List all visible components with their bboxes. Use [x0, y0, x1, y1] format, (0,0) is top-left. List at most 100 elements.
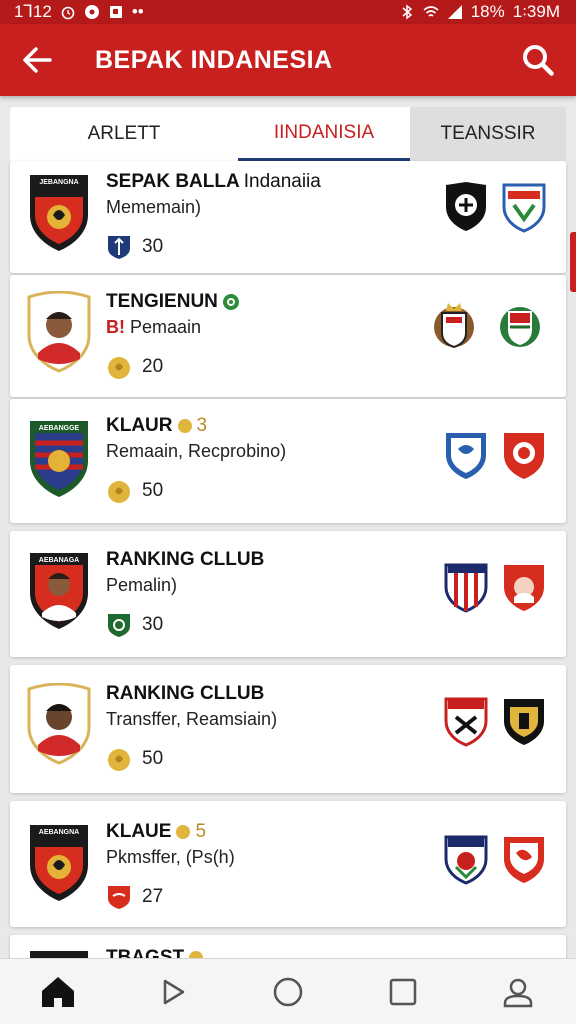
club-name: KLAUR 3	[106, 415, 208, 436]
alarm-icon	[61, 6, 75, 20]
club-logo-icon	[434, 303, 474, 349]
club-subtitle: Transffer, Reamsiain)	[106, 709, 278, 729]
svg-text:AEBANGNA: AEBANGNA	[39, 829, 79, 836]
club-logo-icon	[444, 697, 488, 747]
wifi-icon	[423, 6, 439, 17]
back-button[interactable]	[0, 24, 74, 96]
club-crest-icon: AEBANGGE	[30, 421, 88, 497]
status-time: 1Ꞁ12	[14, 2, 52, 21]
player-avatar: AEBANAGA	[30, 553, 88, 629]
club-subtitle: Mememain)	[106, 197, 202, 217]
gold-coin-icon	[108, 357, 130, 379]
search-button[interactable]	[518, 40, 558, 80]
svg-text:JEBANGNA: JEBANGNA	[39, 179, 78, 186]
media-icon	[84, 5, 99, 19]
club-subtitle: B! Pemaain	[106, 317, 202, 337]
club-logos	[444, 181, 546, 233]
list-item[interactable]: RANKING CLLUB Transffer, Reamsiain) 50	[10, 665, 566, 793]
coin-badge-icon	[176, 825, 191, 839]
square-icon	[389, 978, 417, 1005]
signal-icon	[447, 5, 462, 19]
club-logos	[444, 695, 546, 747]
subtitle-prefix: B!	[106, 317, 125, 337]
green-shield-icon	[108, 614, 130, 637]
count-value: 50	[142, 748, 164, 769]
club-logo-icon	[504, 699, 544, 745]
more-notifications-icon: ••	[131, 2, 144, 21]
club-count: 30	[106, 612, 406, 638]
club-count: 50	[106, 746, 406, 772]
list-item[interactable]: AEBANGNA KLAUE 5 Pkmsffer, (Ps(h) 27	[10, 801, 566, 927]
status-bar: 1Ꞁ12 •• 18% 1꞉39M	[0, 0, 576, 24]
club-logo-icon	[444, 563, 488, 613]
badge-number: 5	[195, 821, 207, 842]
battery-percent: 18%	[470, 2, 505, 21]
gold-coin-icon	[108, 749, 130, 771]
app-bar: BEPAK INDANESIA	[0, 24, 576, 96]
nav-square-button[interactable]	[379, 968, 427, 1016]
back-arrow-icon	[23, 47, 52, 73]
nav-home-button[interactable]	[34, 968, 82, 1016]
club-logos	[444, 429, 546, 481]
badge-number: 3	[196, 415, 208, 436]
page-title: BEPAK INDANESIA	[95, 45, 333, 74]
club-name: RANKING CLLUB	[106, 549, 265, 570]
nav-play-button[interactable]	[149, 968, 197, 1016]
nav-profile-button[interactable]	[494, 968, 542, 1016]
club-name: KLAUE 5	[106, 821, 207, 842]
count-value: 30	[142, 236, 164, 257]
gold-coin-icon	[108, 481, 130, 503]
tab-indanisia[interactable]: IINDANISIA	[238, 107, 410, 161]
list-item[interactable]: TENGIENUN B! Pemaain 20	[10, 275, 566, 397]
count-value: 30	[142, 614, 164, 635]
player-avatar	[27, 683, 91, 765]
club-name-suffix: Indanaiia	[243, 171, 321, 192]
play-icon	[163, 979, 185, 1004]
club-subtitle: Pkmsffer, (Ps(h)	[106, 847, 235, 867]
club-crest-icon: JEBANGNA	[30, 175, 88, 251]
club-shield-icon	[108, 236, 130, 259]
edge-panel-handle[interactable]	[570, 232, 576, 292]
list-item[interactable]: JEBANGNA SEPAK BALLA Indanaiia Mememain) …	[10, 161, 566, 273]
tab-bar: ARLETT IINDANISIA TEANSSIR	[10, 107, 566, 161]
club-logo-icon	[504, 837, 544, 883]
club-name: SEPAK BALLA Indanaiia	[106, 171, 321, 192]
list-item[interactable]: AEBANAGA RANKING CLLUB Pemalin) 30	[10, 531, 566, 657]
count-value: 20	[142, 356, 164, 377]
club-logos	[444, 833, 546, 885]
club-count: 50	[106, 478, 406, 504]
club-logo-icon	[444, 835, 488, 885]
club-logo-icon	[502, 183, 546, 233]
club-subtitle: Pemalin)	[106, 575, 178, 595]
club-crest-icon: AEBANGNA	[30, 825, 88, 901]
player-avatar	[27, 291, 91, 373]
club-logo-icon	[504, 433, 544, 479]
search-icon	[523, 45, 554, 76]
verified-icon	[222, 294, 239, 310]
red-shield-icon	[108, 886, 130, 909]
nav-circle-button[interactable]	[264, 968, 312, 1016]
club-logos	[428, 299, 546, 351]
circle-icon	[273, 977, 303, 1006]
club-count: 20	[106, 354, 406, 380]
coin-badge-icon	[177, 419, 192, 433]
tab-teanssir[interactable]: TEANSSIR	[410, 107, 566, 161]
club-count: 30	[106, 234, 406, 260]
club-logo-icon	[446, 182, 486, 231]
club-count: 27	[106, 884, 406, 910]
tab-arlett[interactable]: ARLETT	[10, 107, 238, 161]
status-clock: 1꞉39M	[512, 2, 560, 21]
bluetooth-icon	[402, 4, 412, 20]
club-name: RANKING CLLUB	[106, 683, 265, 704]
bottom-navigation	[0, 958, 576, 1024]
svg-text:AEBANGGE: AEBANGGE	[39, 425, 80, 432]
count-value: 27	[142, 886, 164, 907]
image-icon	[109, 6, 122, 18]
club-logo-icon	[504, 565, 544, 611]
profile-icon	[504, 978, 533, 1007]
club-logo-icon	[500, 307, 540, 347]
home-icon	[41, 976, 74, 1007]
club-name: TENGIENUN	[106, 291, 406, 313]
club-logos	[444, 561, 546, 613]
list-item[interactable]: AEBANGGE KLAUR 3 Remaain, Recprobino) 50	[10, 399, 566, 523]
